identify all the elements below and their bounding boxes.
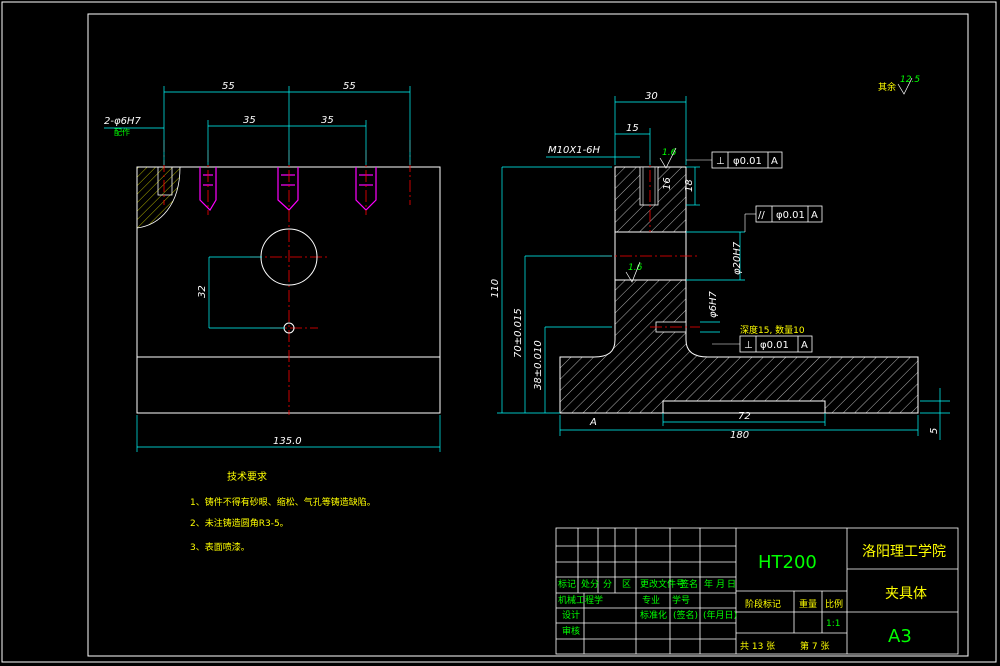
dim-72: 72 — [738, 411, 751, 422]
svg-text:标记: 标记 — [558, 578, 576, 590]
inner-frame — [87, 13, 969, 657]
svg-text:A: A — [771, 156, 778, 167]
dim-18: 18 — [684, 179, 695, 192]
svg-text:年: 年 — [704, 578, 713, 590]
dim-110: 110 — [490, 279, 501, 298]
svg-text:分: 分 — [603, 579, 612, 590]
tech-requirements: 技术要求 1、铸件不得有砂眼、缩松、气孔等铸造缺陷。 2、未注铸造圆角R3-5。… — [190, 470, 376, 553]
front-view: 55 55 35 35 2-φ6H7 配作 32 135.0 — [104, 81, 441, 452]
dim-38: 38±0.010 — [533, 340, 544, 390]
svg-text:日: 日 — [727, 579, 736, 590]
tolerance-frame-2: // φ0.01 A — [744, 205, 823, 232]
scale-value: 1:1 — [826, 619, 840, 629]
svg-text:专业: 专业 — [642, 594, 660, 606]
dim-35-right: 35 — [321, 115, 334, 126]
svg-text:(年月日): (年月日) — [703, 609, 737, 621]
total-sheets: 共 13 张 — [740, 641, 775, 652]
svg-text:⊥: ⊥ — [744, 340, 753, 351]
dim-180: 180 — [730, 430, 749, 441]
svg-text:月: 月 — [716, 579, 725, 590]
svg-text:A: A — [811, 210, 818, 221]
dim-20h7: φ20H7 — [732, 241, 743, 275]
svg-text:A: A — [801, 340, 808, 351]
tolerance-frame-1: ⊥ φ0.01 A — [686, 151, 783, 169]
sheet-size: A3 — [888, 626, 912, 647]
svg-text:阶段标记: 阶段标记 — [745, 598, 781, 610]
svg-text:更改文件号: 更改文件号 — [640, 578, 685, 590]
dim-55-right: 55 — [343, 81, 356, 92]
dim-135: 135.0 — [273, 436, 302, 447]
side-view: 30 15 M10X1-6H 110 70±0.015 38±0.010 72 … — [490, 75, 950, 441]
svg-text:(签名): (签名) — [673, 609, 698, 621]
svg-text:区: 区 — [622, 579, 631, 590]
datum-a: A — [589, 417, 597, 428]
svg-text:φ0.01: φ0.01 — [776, 210, 805, 221]
svg-text:⊥: ⊥ — [716, 156, 725, 167]
school-name: 洛阳理工学院 — [862, 544, 946, 560]
pin-hole-section — [136, 166, 181, 229]
tech-item-1: 1、铸件不得有砂眼、缩松、气孔等铸造缺陷。 — [190, 496, 376, 508]
part-name: 夹具体 — [885, 586, 927, 602]
roughness-mid: 1.6 — [628, 263, 643, 273]
roughness-other-label: 其余 — [878, 81, 896, 93]
svg-text:比例: 比例 — [825, 598, 843, 610]
svg-text:标准化: 标准化 — [640, 609, 667, 621]
dim-16: 16 — [662, 177, 673, 190]
roughness-other-value: 12.5 — [900, 75, 920, 85]
svg-text:机械工程学: 机械工程学 — [558, 594, 603, 606]
svg-text://: // — [758, 210, 765, 221]
depth-note: 深度15, 数量10 — [740, 324, 805, 336]
material-label: HT200 — [758, 552, 817, 573]
threaded-holes — [199, 167, 377, 211]
center-lines — [163, 140, 411, 415]
svg-text:处分: 处分 — [581, 578, 599, 590]
svg-text:学号: 学号 — [672, 594, 690, 606]
tech-item-2: 2、未注铸造圆角R3-5。 — [190, 517, 289, 529]
dim-30: 30 — [645, 91, 658, 102]
front-body-outline — [136, 166, 441, 414]
svg-text:设计: 设计 — [562, 609, 580, 621]
tech-item-3: 3、表面喷漆。 — [190, 541, 250, 553]
cad-drawing-sheet: 55 55 35 35 2-φ6H7 配作 32 135.0 30 15 M10… — [1, 1, 997, 663]
dim-70: 70±0.015 — [513, 308, 524, 358]
dim-thread: M10X1-6H — [548, 145, 601, 156]
svg-text:φ0.01: φ0.01 — [760, 340, 789, 351]
roughness-top: 1.6 — [662, 148, 677, 158]
side-body-section — [559, 166, 919, 414]
dim-6h7: φ6H7 — [708, 291, 719, 318]
dim-32: 32 — [197, 285, 208, 298]
svg-text:签名: 签名 — [680, 578, 698, 590]
svg-text:审核: 审核 — [562, 625, 580, 637]
sheet-number: 第 7 张 — [800, 640, 829, 652]
dim-pin-note: 配作 — [114, 127, 130, 137]
dim-55-left: 55 — [222, 81, 235, 92]
svg-text:φ0.01: φ0.01 — [733, 156, 762, 167]
svg-text:重量: 重量 — [799, 598, 817, 610]
dim-5: 5 — [929, 428, 940, 434]
dim-35-left: 35 — [243, 115, 256, 126]
tech-title: 技术要求 — [227, 470, 267, 483]
dim-15: 15 — [626, 123, 639, 134]
title-block-text: 标记 处分 分 区 更改文件号 签名 年 月 日 机械工程学 设计 审核 专业 … — [558, 544, 946, 652]
dim-pin-holes: 2-φ6H7 — [104, 116, 141, 127]
tolerance-frame-3: ⊥ φ0.01 A — [712, 335, 813, 353]
